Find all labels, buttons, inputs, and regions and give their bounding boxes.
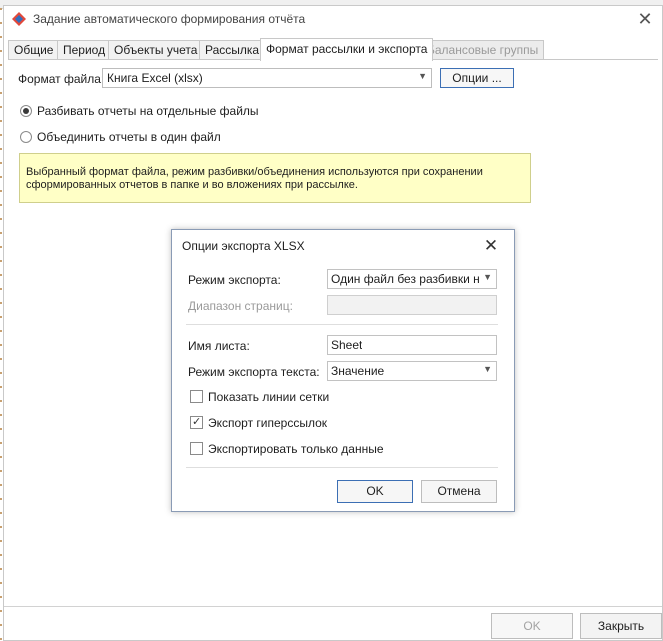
- text-export-mode-select[interactable]: Значение ▼: [327, 361, 497, 381]
- sheet-name-value: Sheet: [331, 338, 363, 352]
- split-separate-radio[interactable]: [20, 105, 32, 117]
- dialog-ok-button[interactable]: OK: [337, 480, 413, 503]
- info-note-text: Выбранный формат файла, режим разбивки/о…: [26, 166, 483, 191]
- footer-close-button[interactable]: Закрыть: [580, 613, 662, 639]
- window-title: Задание автоматического формирования отч…: [33, 12, 306, 26]
- page-range-label: Диапазон страниц:: [188, 299, 293, 313]
- app-logo-icon: [12, 12, 26, 26]
- split-separate-label[interactable]: Разбивать отчеты на отдельные файлы: [37, 104, 259, 118]
- tab-balance-groups: Балансовые группы: [421, 40, 545, 60]
- tab-accounting-objects[interactable]: Объекты учета: [108, 40, 204, 60]
- file-format-select[interactable]: Книга Excel (xlsx) ▼: [102, 68, 432, 88]
- chevron-down-icon: ▼: [483, 272, 492, 282]
- tab-period[interactable]: Период: [57, 40, 112, 60]
- tab-strip: Общие Период Объекты учета Рассылка Форм…: [8, 38, 658, 61]
- dialog-close-icon[interactable]: ✕: [480, 235, 502, 257]
- export-mode-label: Режим экспорта:: [188, 273, 281, 287]
- file-format-label: Формат файла:: [18, 72, 105, 86]
- dialog-title: Опции экспорта XLSX: [182, 239, 305, 253]
- export-hyperlinks-checkbox[interactable]: ✓: [190, 416, 203, 429]
- data-only-label[interactable]: Экспортировать только данные: [208, 442, 384, 456]
- split-single-radio[interactable]: [20, 131, 32, 143]
- sheet-name-input[interactable]: Sheet: [327, 335, 497, 355]
- sheet-name-label: Имя листа:: [188, 339, 250, 353]
- export-hyperlinks-label[interactable]: Экспорт гиперссылок: [208, 416, 327, 430]
- data-only-checkbox[interactable]: [190, 442, 203, 455]
- title-bar: Задание автоматического формирования отч…: [4, 6, 662, 33]
- tab-format-export[interactable]: Формат рассылки и экспорта: [260, 38, 434, 61]
- show-grid-label[interactable]: Показать линии сетки: [208, 390, 329, 404]
- footer-ok-button[interactable]: OK: [491, 613, 573, 639]
- footer-divider: [4, 606, 662, 607]
- chevron-down-icon: ▼: [483, 364, 492, 374]
- tab-general[interactable]: Общие: [8, 40, 60, 60]
- chevron-down-icon: ▼: [418, 71, 427, 81]
- dialog-cancel-button[interactable]: Отмена: [421, 480, 497, 503]
- export-mode-select[interactable]: Один файл без разбивки на ▼: [327, 269, 497, 289]
- background-grid-edge: [0, 8, 2, 641]
- checkmark-icon: ✓: [192, 416, 202, 428]
- split-single-label[interactable]: Объединить отчеты в один файл: [37, 130, 221, 144]
- options-button[interactable]: Опции ...: [440, 68, 514, 88]
- show-grid-checkbox[interactable]: [190, 390, 203, 403]
- text-export-mode-value: Значение: [331, 364, 385, 378]
- window-close-icon[interactable]: ✕: [634, 8, 656, 30]
- page-range-input: [327, 295, 497, 315]
- info-note: Выбранный формат файла, режим разбивки/о…: [19, 153, 531, 203]
- tab-mailing[interactable]: Рассылка: [199, 40, 266, 60]
- dialog-separator-top: [186, 324, 498, 325]
- xlsx-export-options-dialog: Опции экспорта XLSX ✕ Режим экспорта: Од…: [171, 229, 515, 512]
- text-export-mode-label: Режим экспорта текста:: [188, 365, 320, 379]
- file-format-value: Книга Excel (xlsx): [107, 71, 203, 85]
- dialog-separator-bottom: [186, 467, 498, 468]
- export-mode-value: Один файл без разбивки на: [331, 272, 479, 286]
